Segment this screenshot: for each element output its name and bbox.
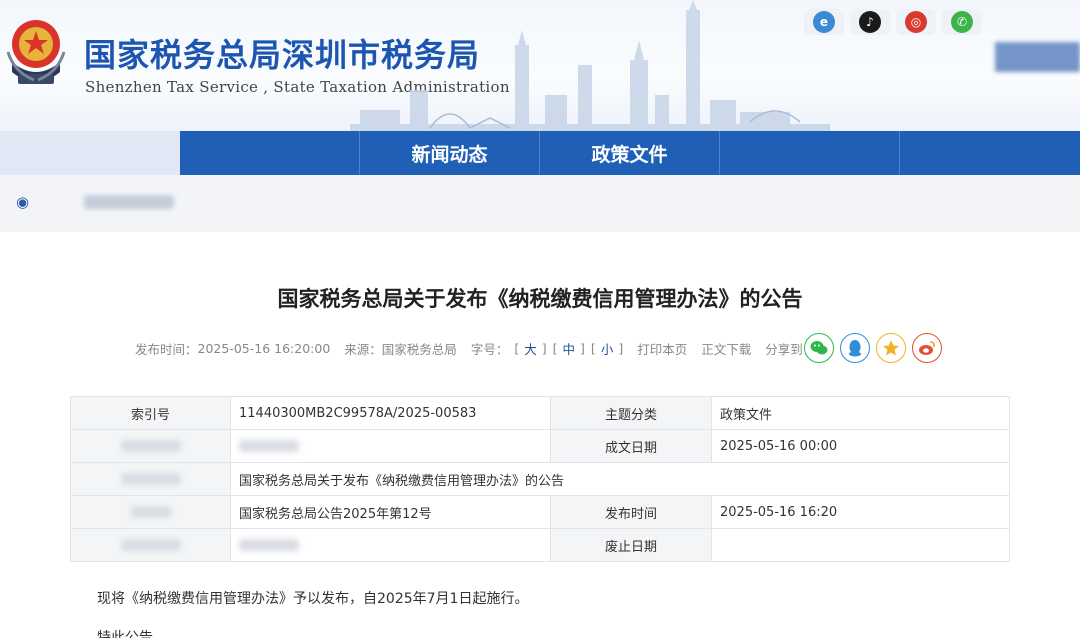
document-info-table: 索引号 11440300MB2C99578A/2025-00583 主题分类 政…	[70, 396, 1010, 562]
social-link-3[interactable]: ◎	[896, 9, 936, 35]
redacted-region	[995, 42, 1080, 72]
share-weibo-button[interactable]	[912, 333, 942, 363]
redacted-value	[230, 429, 551, 463]
doc-number-value: 国家税务总局公告2025年第12号	[230, 495, 551, 529]
publish-time-value: 2025-05-16 16:20:00	[197, 340, 331, 356]
repeal-label: 废止日期	[550, 528, 712, 562]
redacted-label	[70, 429, 231, 463]
source-value: 国家税务总局	[381, 341, 457, 357]
nav-item-4[interactable]	[720, 131, 900, 175]
share-wechat-button[interactable]	[804, 333, 834, 363]
font-size-label: 字号：	[470, 341, 509, 357]
wechat-icon: ✆	[951, 11, 973, 33]
download-link[interactable]: 正文下载	[701, 339, 751, 358]
weibo-icon	[919, 341, 935, 355]
star-icon	[883, 340, 899, 356]
title-value: 国家税务总局关于发布《纳税缴费信用管理办法》的公告	[230, 462, 1010, 496]
tiktok-icon: ♪	[859, 11, 881, 33]
nav-item-5[interactable]	[900, 131, 1080, 175]
redacted-label	[70, 495, 231, 529]
breadcrumb: ◉	[0, 175, 1080, 232]
source-label: 来源：	[344, 341, 382, 357]
tax-emblem-logo	[6, 20, 66, 84]
nav-bar: 新闻动态 政策文件	[180, 131, 1080, 175]
breadcrumb-redacted-text	[84, 195, 174, 209]
social-links-top: e ♪ ◎ ✆	[804, 8, 982, 36]
topic-label: 主题分类	[550, 396, 712, 430]
print-link[interactable]: 打印本页	[637, 339, 687, 358]
repeal-value	[711, 528, 1010, 562]
city-skyline-illustration	[350, 0, 830, 131]
date-label: 成文日期	[550, 429, 712, 463]
location-icon: ◉	[16, 193, 30, 211]
article-meta: 发布时间： 2025-05-16 16:20:00 来源： 国家税务总局 字号：…	[135, 339, 816, 358]
redacted-label	[70, 528, 231, 562]
body-paragraph-closing: 特此公告。	[97, 630, 167, 638]
main-navigation: 新闻动态 政策文件	[0, 131, 1080, 175]
date-value: 2025-05-16 00:00	[711, 429, 1010, 463]
nav-item-policy[interactable]: 政策文件	[540, 131, 720, 175]
font-large-button[interactable]: 大	[524, 339, 537, 358]
weibo-alt-icon: e	[813, 11, 835, 33]
social-link-2[interactable]: ♪	[850, 9, 890, 35]
weibo-icon: ◎	[905, 11, 927, 33]
redacted-value	[230, 528, 551, 562]
redacted-label	[70, 462, 231, 496]
share-qzone-button[interactable]	[876, 333, 906, 363]
nav-item-news[interactable]: 新闻动态	[360, 131, 540, 175]
nav-spacer	[0, 131, 180, 175]
table-row: 废止日期	[70, 528, 1010, 562]
wechat-icon	[810, 341, 828, 355]
index-label: 索引号	[70, 396, 231, 430]
header-banner: 国家税务总局深圳市税务局 Shenzhen Tax Service , Stat…	[0, 0, 1080, 131]
release-value: 2025-05-16 16:20	[711, 495, 1010, 529]
social-link-1[interactable]: e	[804, 9, 844, 35]
publish-time-label: 发布时间：	[135, 341, 198, 357]
article-title: 国家税务总局关于发布《纳税缴费信用管理办法》的公告	[277, 287, 803, 311]
share-buttons	[804, 333, 942, 363]
body-paragraph: 现将《纳税缴费信用管理办法》予以发布，自2025年7月1日起施行。	[97, 591, 529, 607]
table-row: 国家税务总局公告2025年第12号 发布时间 2025-05-16 16:20	[70, 495, 1010, 529]
table-row: 国家税务总局关于发布《纳税缴费信用管理办法》的公告	[70, 462, 1010, 496]
font-small-button[interactable]: 小	[601, 339, 614, 358]
table-row: 成文日期 2025-05-16 00:00	[70, 429, 1010, 463]
table-row: 索引号 11440300MB2C99578A/2025-00583 主题分类 政…	[70, 396, 1010, 430]
font-medium-button[interactable]: 中	[563, 339, 576, 358]
share-qq-button[interactable]	[840, 333, 870, 363]
topic-value: 政策文件	[711, 396, 1010, 430]
qq-penguin-icon	[849, 340, 861, 357]
index-value: 11440300MB2C99578A/2025-00583	[230, 396, 551, 430]
nav-item-1[interactable]	[180, 131, 360, 175]
release-label: 发布时间	[550, 495, 712, 529]
social-link-4[interactable]: ✆	[942, 9, 982, 35]
